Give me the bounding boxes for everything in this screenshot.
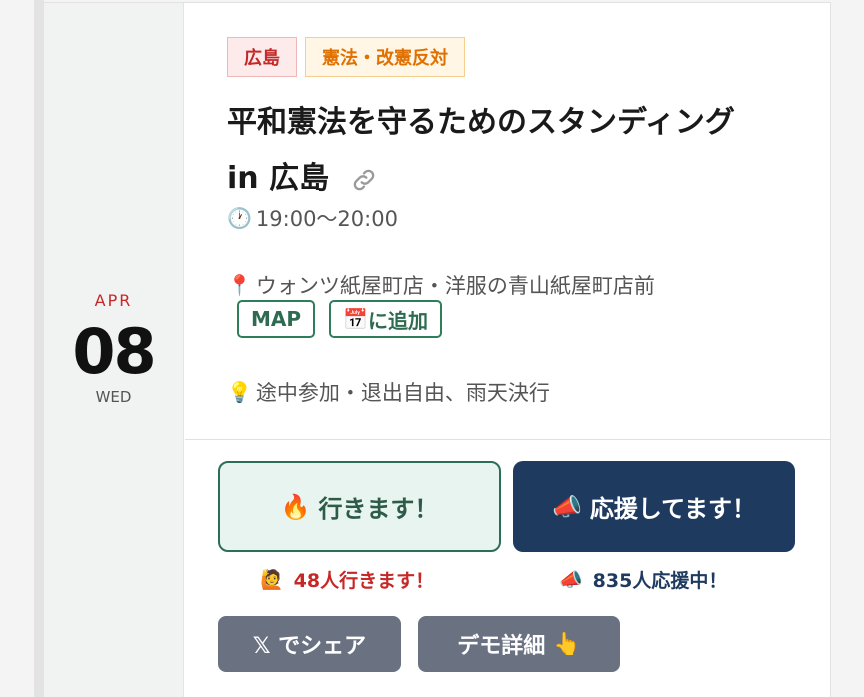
- divider: [185, 439, 830, 440]
- tag-theme[interactable]: 憲法・改憲反対: [305, 37, 465, 77]
- calendar-icon: 📅: [343, 307, 368, 331]
- megaphone-icon: 📣: [552, 492, 582, 521]
- going-label: 行きます！: [318, 495, 439, 523]
- event-title[interactable]: 平和憲法を守るためのスタンディング in 広島: [227, 95, 787, 207]
- going-count: 🙋 48人行きます！: [260, 566, 434, 593]
- event-time: 🕐 19:00〜20:00: [227, 203, 398, 233]
- pointing-hand-icon: 👆: [553, 631, 581, 657]
- event-note-text: 途中参加・退出自由、雨天決行: [255, 381, 550, 405]
- left-strip: [34, 0, 44, 697]
- detail-button[interactable]: デモ詳細 👆: [418, 616, 620, 672]
- event-place: 📍 ウォンツ紙屋町店・洋服の青山紙屋町店前: [227, 270, 655, 300]
- detail-label: デモ詳細: [457, 634, 546, 659]
- support-label: 応援してます！: [589, 495, 756, 523]
- add-calendar-button[interactable]: 📅 に追加: [329, 300, 442, 338]
- date-weekday: WED: [95, 388, 132, 406]
- event-card: APR 08 WED 広島 憲法・改憲反対 平和憲法を守るためのスタンディング …: [44, 2, 831, 697]
- date-month: APR: [94, 291, 133, 310]
- lightbulb-icon: 💡: [227, 380, 252, 404]
- map-button[interactable]: MAP: [237, 300, 316, 338]
- event-note: 💡 途中参加・退出自由、雨天決行: [227, 377, 550, 407]
- tag-region[interactable]: 広島: [227, 37, 297, 77]
- place-actions: MAP 📅 に追加: [237, 300, 442, 338]
- tag-list: 広島 憲法・改憲反対: [227, 37, 465, 77]
- clock-icon: 🕐: [227, 206, 252, 230]
- date-column: APR 08 WED: [44, 3, 184, 697]
- event-title-line1: 平和憲法を守るためのスタンディング: [227, 105, 735, 140]
- link-icon[interactable]: [350, 166, 378, 194]
- fire-icon: 🔥: [280, 492, 311, 521]
- going-count-text: 48人行きます！: [293, 570, 435, 592]
- raising-hand-icon: 🙋: [260, 569, 284, 591]
- event-main: 広島 憲法・改憲反対 平和憲法を守るためのスタンディング in 広島 🕐 19:…: [185, 3, 830, 697]
- add-calendar-label: に追加: [367, 308, 428, 333]
- support-count-text: 835人応援中！: [592, 570, 728, 592]
- event-title-line2-wrap: in 広島: [227, 151, 787, 207]
- event-time-text: 19:00〜20:00: [255, 207, 398, 231]
- event-place-text: ウォンツ紙屋町店・洋服の青山紙屋町店前: [255, 274, 655, 298]
- pin-icon: 📍: [227, 273, 252, 297]
- going-button[interactable]: 🔥 行きます！: [218, 461, 501, 552]
- support-button[interactable]: 📣 応援してます！: [513, 461, 795, 552]
- megaphone-icon: 📣: [559, 569, 583, 591]
- support-count: 📣 835人応援中！: [559, 566, 727, 593]
- event-title-line2: in 広島: [227, 161, 330, 196]
- date-day: 08: [72, 315, 156, 388]
- share-x-button[interactable]: 𝕏 でシェア: [218, 616, 401, 672]
